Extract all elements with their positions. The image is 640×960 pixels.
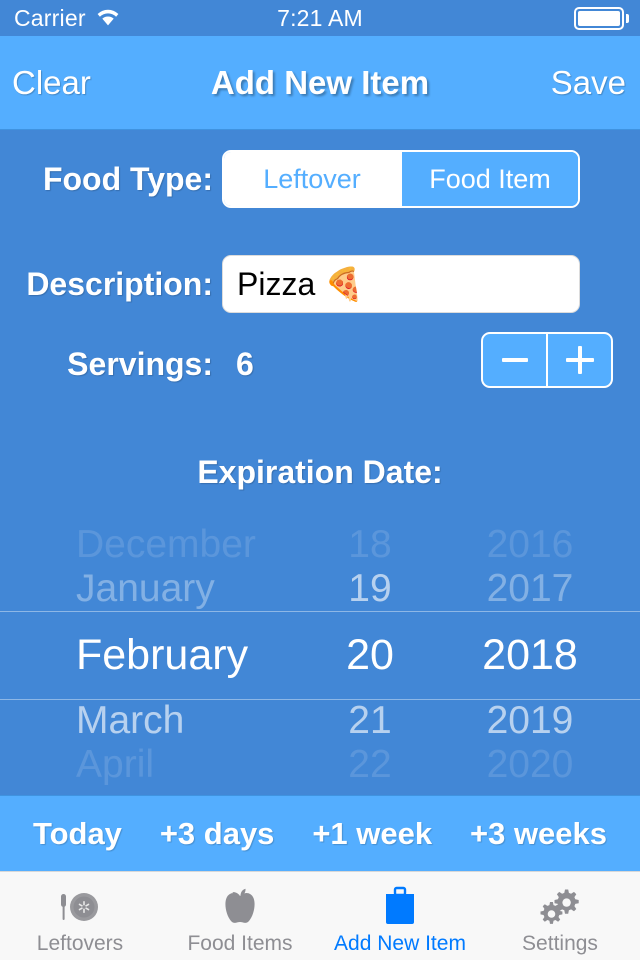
servings-decrement-button[interactable] [483, 334, 546, 386]
picker-item-day[interactable]: 21 [348, 699, 391, 743]
picker-selected-day[interactable]: 20 [346, 611, 394, 699]
tab-bar: Leftovers Food Items Add New Item Settin… [0, 871, 640, 960]
tab-leftovers[interactable]: Leftovers [0, 872, 160, 960]
food-type-row: Food Type: Leftover Food Item [0, 138, 640, 220]
tab-label-add-new-item: Add New Item [334, 932, 466, 955]
picker-item-month[interactable]: April [76, 743, 154, 787]
description-label: Description: [26, 265, 213, 302]
picker-item-year[interactable]: 2016 [487, 523, 574, 567]
plus-icon [565, 346, 594, 374]
tab-label-settings: Settings [522, 932, 598, 955]
picker-item-month[interactable]: December [76, 523, 256, 567]
servings-stepper[interactable] [481, 332, 613, 388]
tab-label-food-items: Food Items [187, 932, 293, 955]
picker-selected-month[interactable]: February [76, 611, 248, 699]
tab-settings[interactable]: Settings [480, 872, 640, 960]
quick-date-today[interactable]: Today [33, 816, 122, 852]
page-title: Add New Item [210, 63, 430, 101]
expiration-date-title: Expiration Date: [197, 454, 443, 490]
picker-selection-band-top [0, 611, 640, 612]
quick-date-3-days[interactable]: +3 days [160, 816, 275, 852]
picker-item-year[interactable]: 2019 [487, 699, 574, 743]
segment-food-item[interactable]: Food Item [400, 152, 578, 206]
servings-label: Servings: [67, 345, 213, 382]
form-content: Food Type: Leftover Food Item Descriptio… [0, 130, 640, 795]
expiration-date-picker[interactable]: December January February March April 18… [0, 523, 640, 795]
picker-item-year[interactable]: 2017 [487, 567, 574, 611]
tab-food-items[interactable]: Food Items [160, 872, 320, 960]
picker-item-day[interactable]: 22 [348, 743, 391, 787]
servings-value: 6 [236, 345, 254, 382]
status-bar-right [574, 6, 629, 30]
tab-add-new-item[interactable]: Add New Item [320, 872, 480, 960]
quick-date-bar: Today +3 days +1 week +3 weeks [0, 795, 640, 871]
clipboard-icon [382, 885, 418, 929]
quick-date-1-week[interactable]: +1 week [312, 816, 432, 852]
picker-item-month[interactable]: March [76, 699, 184, 743]
tab-label-leftovers: Leftovers [36, 932, 124, 955]
description-row: Description: Pizza 🍕 [0, 246, 640, 322]
food-type-label: Food Type: [42, 160, 213, 197]
apple-icon [220, 885, 260, 929]
navigation-bar: Clear Add New Item Save [0, 36, 640, 130]
food-type-segmented-control[interactable]: Leftover Food Item [222, 150, 580, 208]
save-button[interactable]: Save [551, 64, 626, 102]
servings-row: Servings: 6 [0, 326, 640, 402]
picker-item-day[interactable]: 19 [348, 567, 391, 611]
battery-full-icon [574, 6, 629, 30]
picker-item-day[interactable]: 18 [348, 523, 391, 567]
picker-column-month[interactable]: December January February March April [10, 523, 310, 795]
status-bar: Carrier 7:21 AM [0, 0, 640, 36]
segment-leftover[interactable]: Leftover [224, 152, 400, 206]
status-bar-time: 7:21 AM [277, 4, 363, 31]
picker-column-year[interactable]: 2016 2017 2018 2019 2020 [430, 523, 630, 795]
description-input[interactable]: Pizza 🍕 [222, 255, 580, 313]
picker-selected-year[interactable]: 2018 [482, 611, 578, 699]
minus-icon [501, 358, 528, 362]
picker-column-day[interactable]: 18 19 20 21 22 [310, 523, 430, 795]
picker-item-month[interactable]: January [76, 567, 215, 611]
plate-spoon-icon [58, 885, 102, 929]
gears-icon [539, 885, 581, 929]
servings-increment-button[interactable] [546, 334, 611, 386]
app-root: Carrier 7:21 AM Clear Add New Item Save … [0, 0, 640, 960]
quick-date-3-weeks[interactable]: +3 weeks [470, 816, 607, 852]
picker-item-year[interactable]: 2020 [487, 743, 574, 787]
